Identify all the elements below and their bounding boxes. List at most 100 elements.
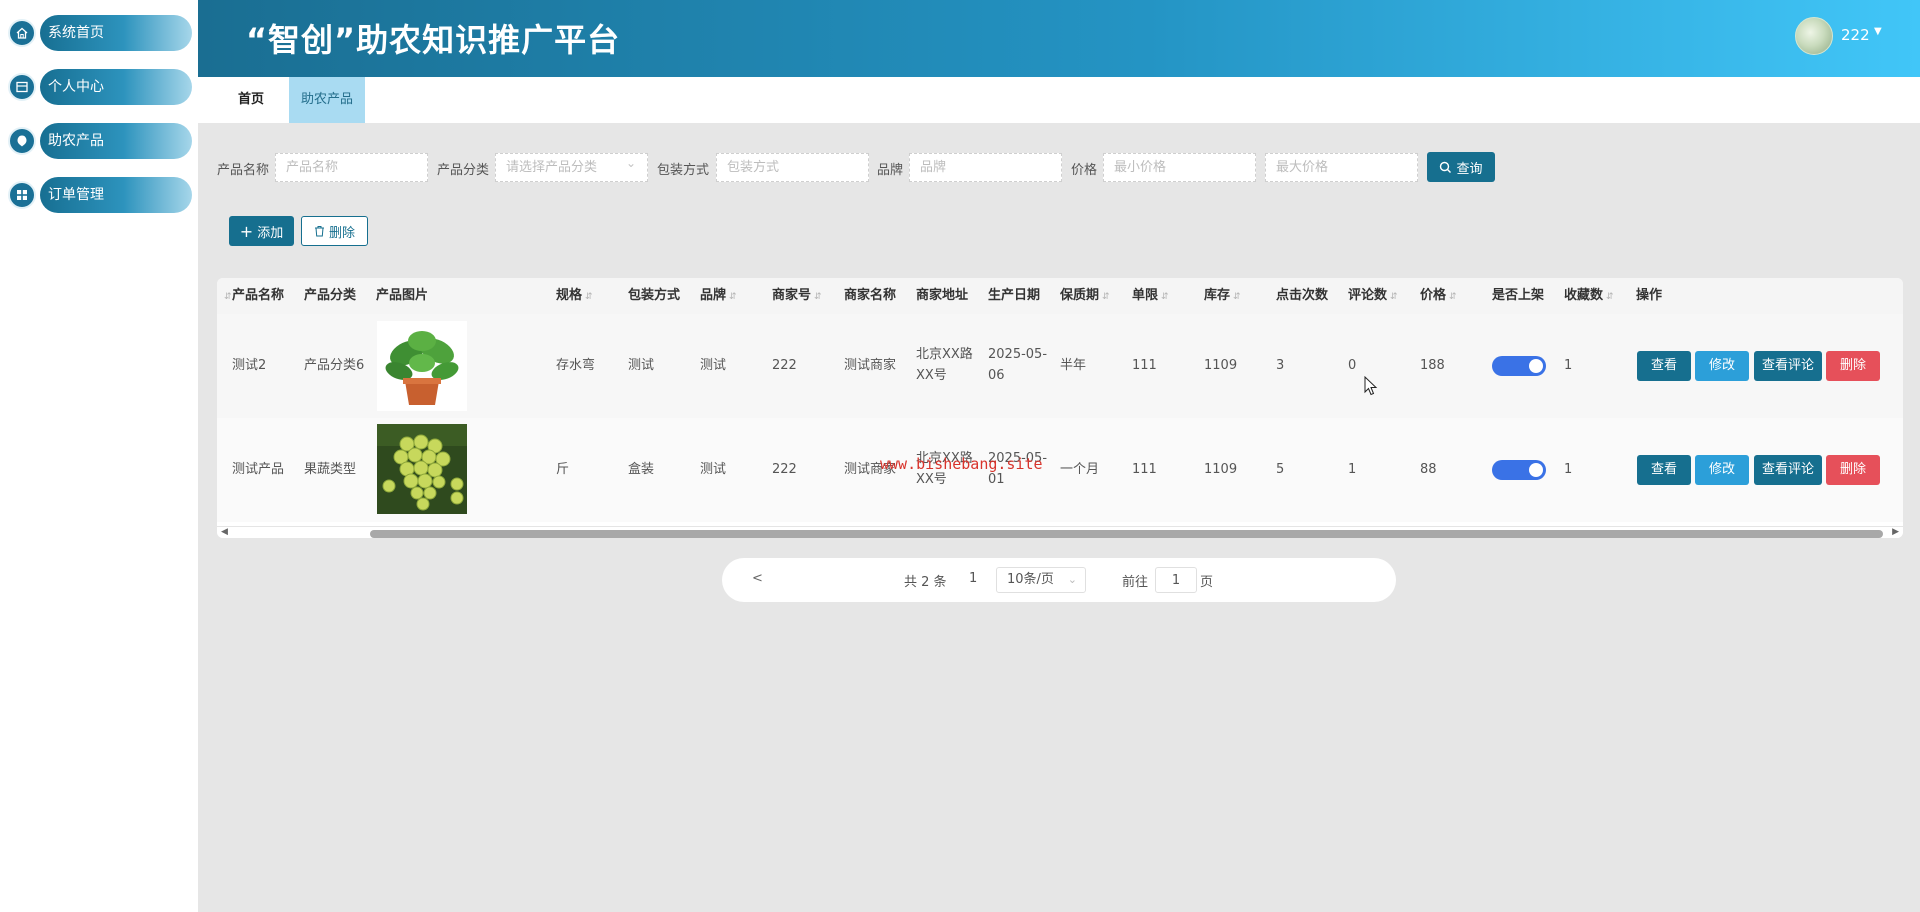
col-on-sale[interactable]: 是否上架: [1492, 278, 1545, 314]
sidebar: 系统首页 个人中心 助农产品 订单管理: [0, 0, 198, 912]
goto-page-input[interactable]: [1155, 567, 1197, 593]
batch-delete-button[interactable]: 删除: [301, 216, 368, 246]
delete-label: 删除: [328, 225, 355, 241]
trash-icon: [314, 226, 324, 237]
cell-merchant-no: 222: [772, 462, 797, 477]
query-button[interactable]: 查询: [1427, 152, 1495, 182]
sort-icon[interactable]: ⇵: [1233, 292, 1241, 302]
col-category[interactable]: 产品分类: [304, 278, 357, 314]
cell-merchant-no: 222: [772, 358, 797, 373]
tab-bar: 首页 助农产品: [198, 77, 1920, 123]
name-label: 产品名称: [217, 163, 270, 178]
edit-button[interactable]: 修改: [1695, 455, 1749, 485]
view-reviews-button[interactable]: 查看评论: [1754, 455, 1822, 485]
col-shelf-life[interactable]: 保质期 ⇵: [1060, 278, 1110, 314]
cell-merchant-name: 测试商家: [844, 358, 897, 373]
horizontal-scrollbar[interactable]: ◀ ▶: [217, 526, 1903, 538]
tab-products[interactable]: 助农产品: [289, 77, 366, 123]
max-price-input[interactable]: [1265, 153, 1418, 182]
page-size-select[interactable]: 10条/页 ⌄: [996, 567, 1086, 593]
name-input[interactable]: [275, 153, 428, 182]
col-brand-label: 品牌: [700, 288, 727, 303]
brand-input[interactable]: [909, 153, 1062, 182]
sidebar-item-profile[interactable]: 个人中心: [8, 69, 192, 105]
col-merchant-no[interactable]: 商家号 ⇵: [772, 278, 822, 314]
category-label: 产品分类: [437, 163, 490, 178]
edit-button[interactable]: 修改: [1695, 351, 1749, 381]
sort-icon[interactable]: ⇵: [1449, 292, 1457, 302]
view-button[interactable]: 查看: [1637, 455, 1691, 485]
cell-name: 测试产品: [232, 462, 285, 477]
col-spec[interactable]: 规格 ⇵: [556, 278, 593, 314]
home-icon: [8, 19, 36, 47]
on-sale-toggle[interactable]: [1492, 460, 1546, 480]
cell-brand: 测试: [700, 358, 727, 373]
on-sale-toggle[interactable]: [1492, 356, 1546, 376]
tab-home[interactable]: 首页: [226, 77, 276, 123]
total-count: 共 2 条: [904, 575, 947, 590]
col-reviews[interactable]: 评论数 ⇵: [1348, 278, 1398, 314]
cell-prod-date-line1: 2025-05-: [988, 347, 1048, 362]
col-favorites-label: 收藏数: [1564, 288, 1604, 303]
min-price-input[interactable]: [1103, 153, 1256, 182]
delete-button[interactable]: 删除: [1826, 351, 1880, 381]
sort-icon[interactable]: ⇵: [585, 292, 593, 302]
scroll-right-arrow-icon[interactable]: ▶: [1892, 527, 1899, 537]
sort-icon[interactable]: ⇵: [221, 278, 232, 314]
app-title: “智创”助农知识推广平台: [246, 21, 621, 59]
cell-favorites: 1: [1564, 462, 1573, 477]
sidebar-item-products[interactable]: 助农产品: [8, 123, 192, 159]
cell-shelf-life: 一个月: [1060, 462, 1100, 477]
col-limit[interactable]: 单限 ⇵: [1132, 278, 1169, 314]
product-image-plant[interactable]: [377, 321, 467, 411]
sort-icon[interactable]: ⇵: [1606, 292, 1614, 302]
col-price[interactable]: 价格 ⇵: [1420, 278, 1457, 314]
col-pack[interactable]: 包装方式: [628, 278, 681, 314]
product-table: ⇵ 产品名称 产品分类 产品图片 规格 ⇵ 包装方式 品牌 ⇵ 商家号 ⇵ 商家名称 …: [217, 278, 1903, 538]
col-merchant-addr[interactable]: 商家地址: [916, 278, 969, 314]
sidebar-item-label: 系统首页: [48, 25, 104, 41]
avatar[interactable]: [1795, 17, 1833, 55]
page-number[interactable]: 1: [969, 571, 977, 586]
pack-label: 包装方式: [657, 163, 710, 178]
page-unit-label: 页: [1200, 575, 1214, 590]
sort-icon[interactable]: ⇵: [814, 292, 822, 302]
col-merchant-name[interactable]: 商家名称: [844, 278, 897, 314]
sidebar-item-home[interactable]: 系统首页: [8, 15, 192, 51]
cell-pack: 盒装: [628, 462, 655, 477]
sort-icon[interactable]: ⇵: [1161, 292, 1169, 302]
user-name[interactable]: 222: [1841, 26, 1870, 44]
col-prod-date[interactable]: 生产日期: [988, 278, 1041, 314]
col-stock[interactable]: 库存 ⇵: [1204, 278, 1241, 314]
search-icon: [1440, 161, 1452, 173]
page-size-value: 10条/页: [1007, 572, 1054, 587]
sort-icon[interactable]: ⇵: [1390, 292, 1398, 302]
col-name[interactable]: 产品名称: [232, 278, 285, 314]
delete-button[interactable]: 删除: [1826, 455, 1880, 485]
prev-page-button[interactable]: <: [752, 571, 763, 586]
table-row: 测试产品 果蔬类型 斤 盒装 测试 222 测试商家 北京XX路 XX号 202…: [217, 418, 1903, 522]
cell-favorites: 1: [1564, 358, 1573, 373]
col-brand[interactable]: 品牌 ⇵: [700, 278, 737, 314]
sidebar-item-orders[interactable]: 订单管理: [8, 177, 192, 213]
col-shelf-life-label: 保质期: [1060, 288, 1100, 303]
pack-input[interactable]: [716, 153, 869, 182]
caret-down-icon[interactable]: ▼: [1874, 26, 1882, 37]
add-button[interactable]: + 添加: [229, 216, 294, 246]
cell-reviews: 0: [1348, 358, 1357, 373]
pagination: < 共 2 条 1 10条/页 ⌄ 前往 页: [722, 558, 1396, 602]
col-clicks[interactable]: 点击次数: [1276, 278, 1329, 314]
cell-merchant-addr-line1: 北京XX路: [916, 347, 973, 362]
col-favorites[interactable]: 收藏数 ⇵: [1564, 278, 1614, 314]
cell-prod-date-line2: 01: [988, 472, 1005, 487]
view-reviews-button[interactable]: 查看评论: [1754, 351, 1822, 381]
product-icon: [8, 127, 36, 155]
view-button[interactable]: 查看: [1637, 351, 1691, 381]
cell-limit: 111: [1132, 358, 1157, 373]
cell-category: 产品分类6: [304, 358, 365, 373]
sort-icon[interactable]: ⇵: [729, 292, 737, 302]
product-image-grapes[interactable]: [377, 424, 467, 514]
scrollbar-thumb[interactable]: [370, 530, 1883, 538]
sort-icon[interactable]: ⇵: [1102, 292, 1110, 302]
scroll-left-arrow-icon[interactable]: ◀: [221, 527, 228, 537]
